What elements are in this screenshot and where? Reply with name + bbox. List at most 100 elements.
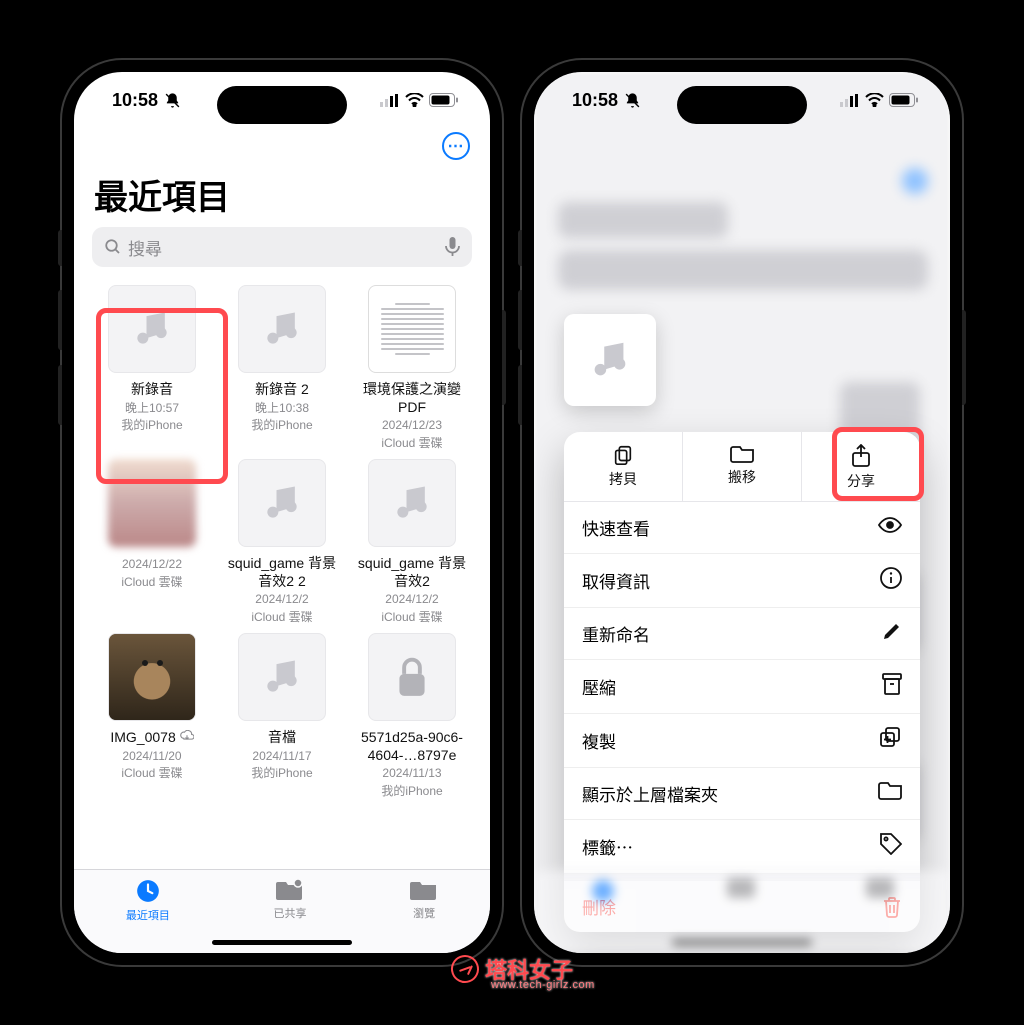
screen-context-menu: 10:58 拷貝 [534, 72, 950, 953]
document-file-icon [368, 285, 456, 373]
archive-icon [882, 673, 902, 700]
file-tile[interactable]: 新錄音晚上10:57我的iPhone [90, 285, 214, 451]
music-file-icon [238, 633, 326, 721]
dynamic-island [677, 86, 807, 124]
tag-icon [880, 833, 902, 860]
context-row[interactable]: 標籤⋯ [564, 820, 920, 874]
file-meta: 2024/11/13 [382, 766, 441, 782]
context-row[interactable]: 顯示於上層檔案夾 [564, 768, 920, 820]
tab-browse[interactable]: 瀏覽 [410, 878, 438, 921]
battery-icon [429, 93, 458, 107]
file-tile[interactable]: 5571d25a-90c6-4604-…8797e 2024/11/13 我的iPh… [350, 633, 474, 799]
file-name: 音檔 [268, 729, 296, 747]
folder-icon [878, 781, 902, 806]
silent-icon [164, 92, 181, 109]
music-note-icon [587, 337, 633, 383]
dynamic-island [217, 86, 347, 124]
eye-icon [878, 517, 902, 538]
file-location: 我的iPhone [251, 418, 312, 434]
folder-icon [730, 444, 754, 464]
context-row-label: 快速查看 [582, 515, 650, 540]
context-row[interactable]: 重新命名 [564, 608, 920, 660]
phone-right: 10:58 拷貝 [522, 60, 962, 965]
context-preview-thumb[interactable] [564, 314, 656, 406]
phone-left: 10:58 ⋯ 最近項目 搜尋 新錄音晚上1 [62, 60, 502, 965]
wifi-icon [865, 93, 884, 107]
mic-icon[interactable] [445, 237, 460, 257]
context-row-label: 複製 [582, 728, 616, 753]
more-options-button[interactable]: ⋯ [442, 132, 470, 160]
cellular-icon [840, 94, 860, 107]
status-time: 10:58 [572, 90, 618, 111]
context-row-label: 標籤⋯ [582, 834, 633, 859]
file-tile[interactable]: IMG_0078 2024/11/20iCloud 雲碟 [90, 633, 214, 799]
file-meta: 2024/11/17 [252, 749, 311, 765]
info-icon [880, 567, 902, 594]
file-name: squid_game 背景音效2 2 [222, 555, 342, 590]
copy-icon [612, 444, 634, 466]
file-location: iCloud 雲碟 [381, 610, 442, 626]
context-row[interactable]: 複製 [564, 714, 920, 768]
status-time: 10:58 [112, 90, 158, 111]
file-meta: 晚上10:57 [125, 401, 179, 417]
file-name: 新錄音 2 [255, 381, 309, 399]
battery-icon [889, 93, 918, 107]
cellular-icon [380, 94, 400, 107]
wifi-icon [405, 93, 424, 107]
music-file-icon [238, 459, 326, 547]
tab-bar-blurred [534, 869, 950, 953]
context-row-label: 壓縮 [582, 674, 616, 699]
file-tile[interactable]: squid_game 背景音效2 22024/12/2iCloud 雲碟 [220, 459, 344, 625]
context-row-label: 重新命名 [582, 621, 650, 646]
search-input[interactable]: 搜尋 [92, 227, 472, 267]
file-tile[interactable]: squid_game 背景音效2 2024/12/2 iCloud 雲碟 [350, 459, 474, 625]
pencil-icon [882, 621, 902, 646]
cloud-download-icon [180, 731, 194, 745]
file-name: 環境保護之演變PDF [352, 381, 472, 416]
blurred-thumb [108, 459, 196, 547]
file-location: iCloud 雲碟 [251, 610, 312, 626]
tab-recents[interactable]: 最近項目 [126, 878, 170, 923]
file-location: 我的iPhone [251, 766, 312, 782]
file-meta: 2024/12/23 [382, 418, 442, 434]
watermark-icon [447, 951, 483, 987]
file-location: iCloud 雲碟 [381, 436, 442, 452]
watermark: 塔科女子 www.tech-girlz.com [451, 953, 573, 985]
photo-thumb [108, 633, 196, 721]
home-indicator[interactable] [212, 940, 352, 945]
file-tile[interactable]: 新錄音 2晚上10:38我的iPhone [220, 285, 344, 451]
file-location: iCloud 雲碟 [121, 575, 182, 591]
context-row-label: 取得資訊 [582, 568, 650, 593]
locked-file-icon [368, 633, 456, 721]
context-action-copy[interactable]: 拷貝 [564, 432, 682, 501]
context-row[interactable]: 快速查看 [564, 502, 920, 554]
file-location: 我的iPhone [121, 418, 182, 434]
duplicate-icon [880, 727, 902, 754]
tab-shared[interactable]: 已共享 [273, 878, 306, 921]
file-tile[interactable]: 音檔 2024/11/17我的iPhone [220, 633, 344, 799]
context-action-share[interactable]: 分享 [801, 432, 920, 501]
context-row[interactable]: 壓縮 [564, 660, 920, 714]
music-file-icon [108, 285, 196, 373]
file-location: iCloud 雲碟 [121, 766, 182, 782]
file-tile[interactable]: 環境保護之演變PDF 2024/12/23 iCloud 雲碟 [350, 285, 474, 451]
music-file-icon [368, 459, 456, 547]
watermark-url: www.tech-girlz.com [491, 979, 595, 991]
file-name: 5571d25a-90c6-4604-…8797e [352, 729, 472, 764]
context-row-label: 顯示於上層檔案夾 [582, 781, 718, 806]
file-name: 新錄音 [131, 381, 173, 399]
context-action-move[interactable]: 搬移 [682, 432, 801, 501]
music-file-icon [238, 285, 326, 373]
context-row[interactable]: 取得資訊 [564, 554, 920, 608]
file-meta: 2024/12/2 [385, 592, 438, 608]
screen-files-app: 10:58 ⋯ 最近項目 搜尋 新錄音晚上1 [74, 72, 490, 953]
search-icon [104, 238, 122, 256]
file-name: IMG_0078 [110, 729, 193, 747]
file-tile[interactable]: 2024/12/22iCloud 雲碟 [90, 459, 214, 625]
file-meta: 2024/11/20 [122, 749, 181, 765]
context-menu: 拷貝 搬移 分享 快速查看取得資訊重新命名壓縮複製顯示於上層檔案夾標籤⋯ 刪除 [564, 432, 920, 932]
file-name: squid_game 背景音效2 [352, 555, 472, 590]
clock-icon [135, 878, 161, 904]
file-location: 我的iPhone [381, 784, 442, 800]
folder-person-icon [276, 878, 304, 902]
